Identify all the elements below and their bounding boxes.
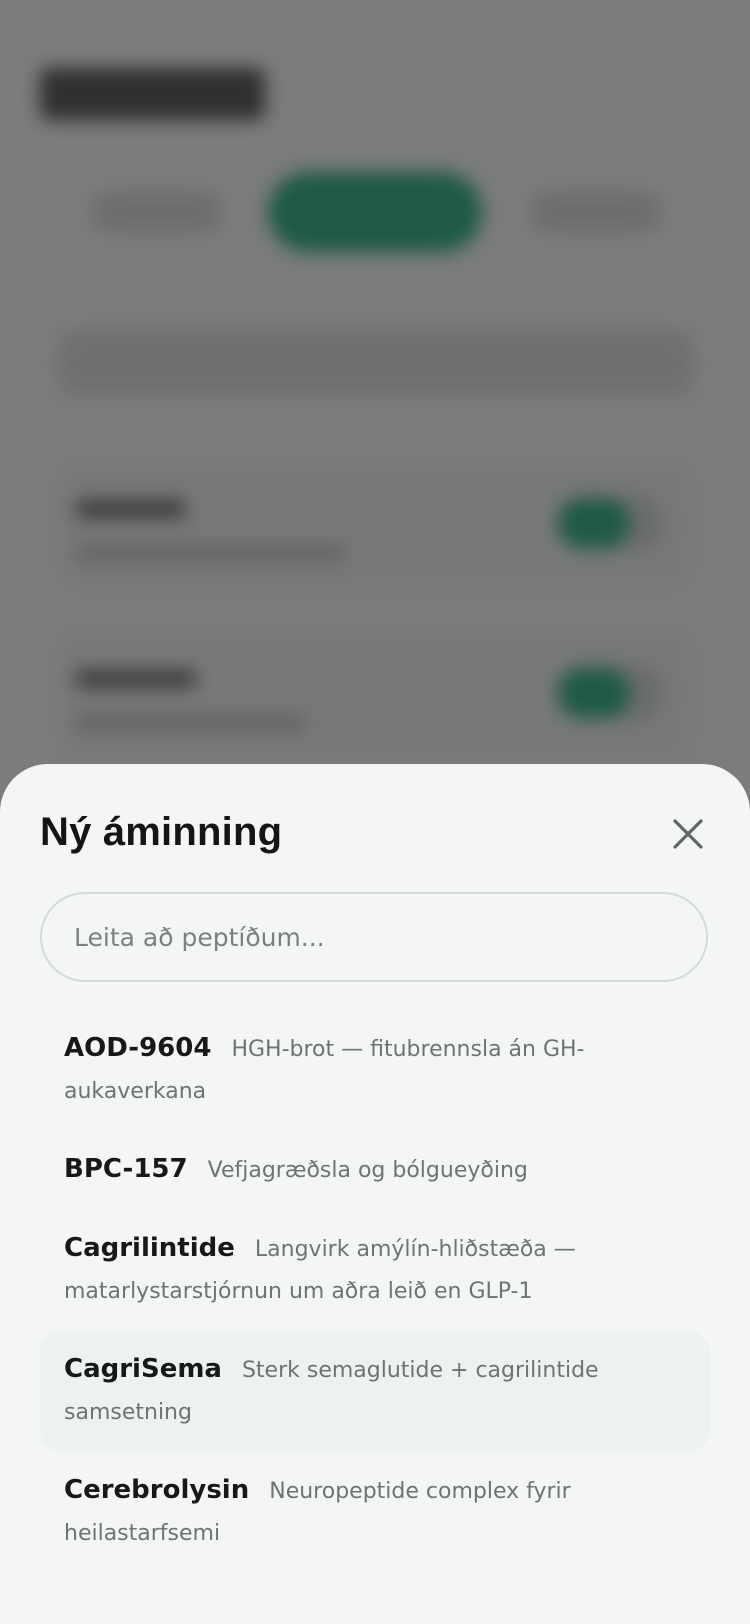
peptide-name: Cagrilintide [64,1233,235,1263]
peptide-result-list: AOD-9604 HGH-brot — fitubrennsla án GH-au… [40,1010,710,1573]
peptide-search-input[interactable] [40,892,708,982]
background-card-title [76,670,196,688]
background-reminder-card-1 [58,460,694,590]
new-reminder-sheet: Ný áminning AOD-9604HGH-brot — fitubrenn… [0,764,750,1624]
background-card-toggle [554,494,664,552]
peptide-result-item[interactable]: AOD-9604 HGH-brot — fitubrennsla án GH-au… [40,1010,710,1131]
screen: Ný áminning AOD-9604HGH-brot — fitubrenn… [0,0,750,1624]
background-toggle-knob [558,498,630,548]
peptide-name: CagriSema [64,1354,222,1384]
peptide-result-item[interactable]: BPC-157 Vefjagræðsla og bólgueyðing [40,1131,710,1210]
peptide-name: AOD-9604 [64,1033,212,1063]
peptide-result-item[interactable]: CagriSema Sterk semaglutide + cagrilintid… [40,1331,710,1452]
background-card-title [76,500,186,518]
peptide-description: Vefjagræðsla og bólgueyðing [207,1158,528,1183]
close-icon [673,819,703,849]
background-toggle-knob [558,668,630,718]
background-tab-active [268,172,482,252]
peptide-result-item[interactable]: Cerebrolysin Neuropeptide complex fyrir h… [40,1452,710,1573]
peptide-result-item[interactable]: Cagrilintide Langvirk amýlín-hliðstæða — … [40,1210,710,1331]
background-tab-3 [530,192,660,232]
sheet-title: Ný áminning [40,810,283,854]
background-reminder-card-2 [58,630,694,760]
background-search-bar [58,330,694,396]
background-card-subtitle [76,716,306,730]
peptide-name: BPC-157 [64,1154,188,1184]
background-card-subtitle [76,546,346,560]
background-page-title [40,68,265,120]
background-tab-1 [92,192,222,232]
peptide-name: Cerebrolysin [64,1475,250,1505]
close-button[interactable] [662,808,714,860]
background-card-toggle [554,664,664,722]
